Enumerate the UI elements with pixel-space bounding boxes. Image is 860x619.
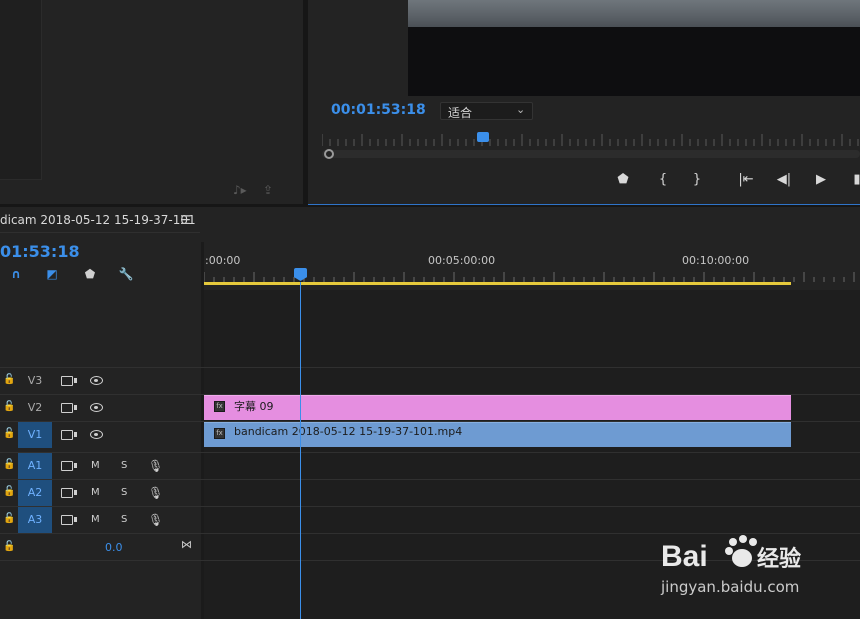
zoom-scroll-bar[interactable] bbox=[322, 150, 860, 158]
lock-icon[interactable]: 🔓 bbox=[3, 402, 15, 412]
add-marker-icon[interactable]: ⬟ bbox=[82, 266, 98, 282]
toggle-sync-icon[interactable] bbox=[61, 403, 77, 413]
program-playhead[interactable] bbox=[477, 132, 489, 142]
track-header-a1[interactable]: 🔓 A1 M S 🎙 bbox=[0, 453, 201, 479]
toggle-sync-icon[interactable] bbox=[61, 488, 77, 498]
linked-selection-icon[interactable]: ◩ bbox=[44, 266, 60, 282]
solo-button[interactable]: S bbox=[121, 507, 127, 533]
mute-button[interactable]: M bbox=[91, 453, 100, 479]
toggle-sync-icon[interactable] bbox=[61, 376, 77, 386]
track-name[interactable]: V2 bbox=[18, 395, 52, 421]
lock-icon[interactable]: 🔓 bbox=[3, 375, 15, 385]
source-monitor-frame bbox=[0, 0, 42, 180]
fx-badge-icon: fx bbox=[214, 428, 225, 439]
clip-label: 字幕 09 bbox=[234, 400, 274, 413]
active-panel-accent bbox=[308, 204, 860, 205]
lock-icon[interactable]: 🔓 bbox=[3, 429, 15, 439]
track-header-a2[interactable]: 🔓 A2 M S 🎙 bbox=[0, 480, 201, 506]
track-name[interactable]: V1 bbox=[18, 422, 52, 448]
export-frame-icon[interactable]: ⇪ bbox=[263, 183, 281, 197]
track-name[interactable]: A1 bbox=[18, 453, 52, 479]
work-area-bar[interactable] bbox=[204, 282, 791, 285]
drag-audio-icon[interactable]: ♪▸ bbox=[233, 183, 251, 197]
chevron-down-icon: ⌄ bbox=[516, 103, 526, 116]
track-name[interactable]: A2 bbox=[18, 480, 52, 506]
ruler-label: 00:05:00:00 bbox=[428, 254, 496, 267]
play-icon[interactable]: ▶ bbox=[812, 171, 830, 189]
mark-out-icon[interactable]: } bbox=[688, 171, 706, 189]
video-clip[interactable]: fx bandicam 2018-05-12 15-19-37-101.mp4 bbox=[204, 422, 791, 447]
microphone-icon[interactable]: 🎙 bbox=[148, 486, 163, 500]
fx-badge-icon: fx bbox=[214, 401, 225, 412]
track-name[interactable]: V3 bbox=[18, 368, 52, 394]
track-header-v2[interactable]: 🔓 V2 bbox=[0, 395, 201, 421]
step-forward-icon[interactable]: ▮ bbox=[848, 171, 860, 189]
timeline-playhead-line[interactable] bbox=[300, 282, 301, 619]
master-volume-value[interactable]: 0.0 bbox=[105, 541, 123, 554]
zoom-handle[interactable] bbox=[324, 149, 334, 159]
mute-button[interactable]: M bbox=[91, 507, 100, 533]
video-preview-image bbox=[408, 0, 860, 27]
track-header-v1[interactable]: 🔓 V1 bbox=[0, 422, 201, 448]
panel-menu-icon[interactable]: ☰ bbox=[180, 213, 191, 227]
toggle-sync-icon[interactable] bbox=[61, 461, 77, 471]
ruler-label: 00:10:00:00 bbox=[682, 254, 750, 267]
microphone-icon[interactable]: 🎙 bbox=[148, 459, 163, 473]
ruler-label: :00:00 bbox=[205, 254, 241, 267]
wrench-icon[interactable]: 🔧 bbox=[118, 266, 134, 282]
clip-label: bandicam 2018-05-12 15-19-37-101.mp4 bbox=[234, 425, 463, 438]
source-monitor-panel bbox=[0, 0, 303, 204]
timeline-timecode[interactable]: 01:53:18 bbox=[0, 242, 80, 261]
add-marker-icon[interactable]: ⬟ bbox=[614, 171, 632, 189]
subtitle-clip[interactable]: fx 字幕 09 bbox=[204, 395, 791, 420]
eye-icon[interactable] bbox=[90, 376, 103, 385]
watermark-url: jingyan.baidu.com bbox=[661, 578, 800, 596]
go-to-in-icon[interactable]: |⇤ bbox=[737, 171, 755, 189]
baidu-jingyan-logo: Bai 经验 bbox=[661, 535, 801, 573]
eye-icon[interactable] bbox=[90, 430, 103, 439]
lock-icon[interactable]: 🔓 bbox=[3, 541, 15, 552]
mute-button[interactable]: M bbox=[91, 480, 100, 506]
lock-icon[interactable]: 🔓 bbox=[3, 514, 15, 524]
snap-icon[interactable]: ∩ bbox=[8, 266, 24, 282]
eye-icon[interactable] bbox=[90, 403, 103, 412]
program-time-ruler[interactable] bbox=[322, 132, 860, 146]
lock-icon[interactable]: 🔓 bbox=[3, 487, 15, 497]
toggle-sync-icon[interactable] bbox=[61, 430, 77, 440]
program-timecode[interactable]: 00:01:53:18 bbox=[331, 102, 426, 118]
go-to-end-icon[interactable]: ⋈ bbox=[181, 538, 192, 551]
track-header-a3[interactable]: 🔓 A3 M S 🎙 bbox=[0, 507, 201, 533]
track-name[interactable]: A3 bbox=[18, 507, 52, 533]
sequence-tab[interactable]: dicam 2018-05-12 15-19-37-101 bbox=[0, 213, 196, 227]
fit-dropdown-value: 适合 bbox=[448, 106, 473, 120]
svg-text:Bai: Bai bbox=[661, 540, 708, 573]
mark-in-icon[interactable]: { bbox=[654, 171, 672, 189]
tab-divider bbox=[0, 232, 200, 233]
toggle-sync-icon[interactable] bbox=[61, 515, 77, 525]
solo-button[interactable]: S bbox=[121, 480, 127, 506]
microphone-icon[interactable]: 🎙 bbox=[148, 513, 163, 527]
track-header-v3[interactable]: 🔓 V3 bbox=[0, 368, 201, 394]
step-back-icon[interactable]: ◀| bbox=[775, 171, 793, 189]
lock-icon[interactable]: 🔓 bbox=[3, 460, 15, 470]
svg-text:经验: 经验 bbox=[757, 546, 801, 572]
solo-button[interactable]: S bbox=[121, 453, 127, 479]
